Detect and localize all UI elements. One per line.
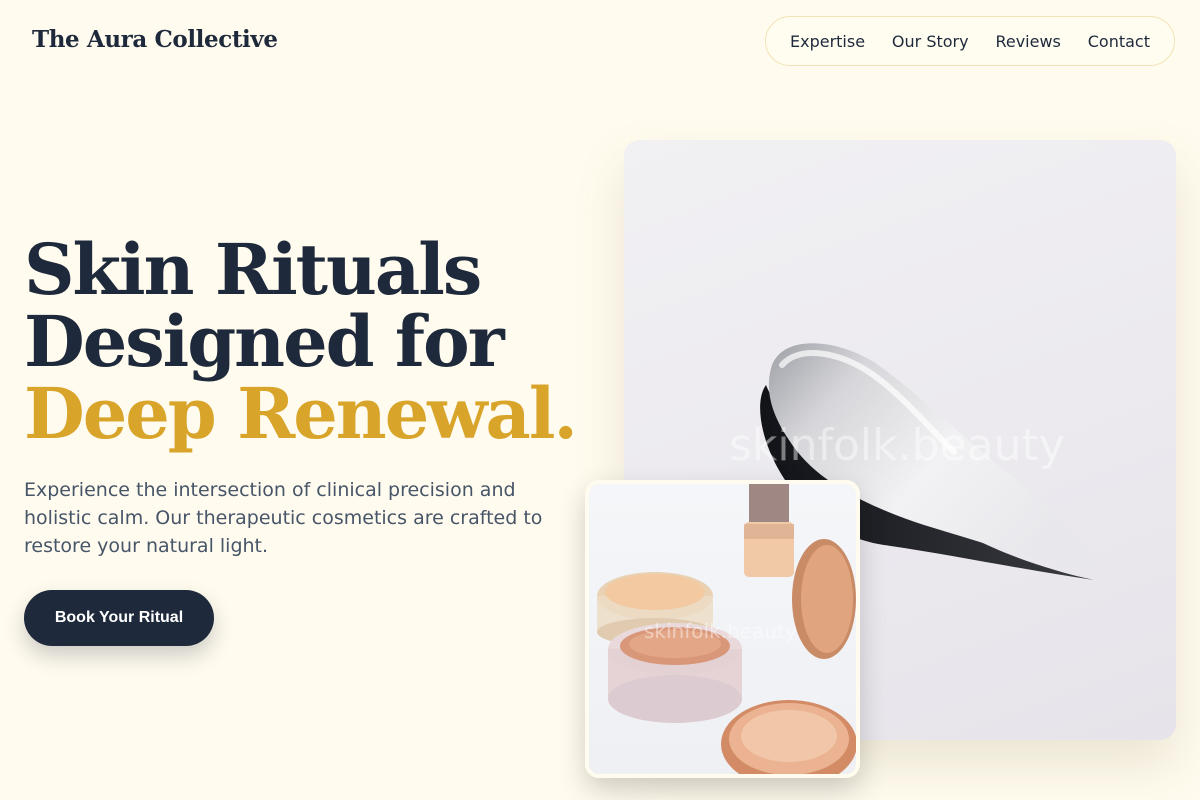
headline-accent: Deep Renewal.: [24, 372, 578, 455]
headline-line-1: Skin Rituals: [24, 228, 482, 311]
nav-link-expertise[interactable]: Expertise: [790, 32, 865, 51]
inset-image-watermark: skinfolk.beauty: [644, 619, 797, 643]
nav-link-our-story[interactable]: Our Story: [892, 32, 969, 51]
nav-link-contact[interactable]: Contact: [1088, 32, 1150, 51]
main-nav: Expertise Our Story Reviews Contact: [765, 16, 1175, 66]
headline-line-2: Designed for: [24, 300, 505, 383]
brand-logo[interactable]: The Aura Collective: [32, 26, 278, 53]
hero-headline: Skin Rituals Designed for Deep Renewal.: [24, 228, 578, 455]
powder-jars-image: skinfolk.beauty: [585, 480, 860, 778]
landing-page: The Aura Collective Expertise Our Story …: [0, 0, 1200, 800]
main-image-watermark: skinfolk.beauty: [729, 420, 1065, 471]
nav-link-reviews[interactable]: Reviews: [995, 32, 1060, 51]
book-ritual-button[interactable]: Book Your Ritual: [24, 590, 214, 646]
hero-description: Experience the intersection of clinical …: [24, 479, 543, 557]
